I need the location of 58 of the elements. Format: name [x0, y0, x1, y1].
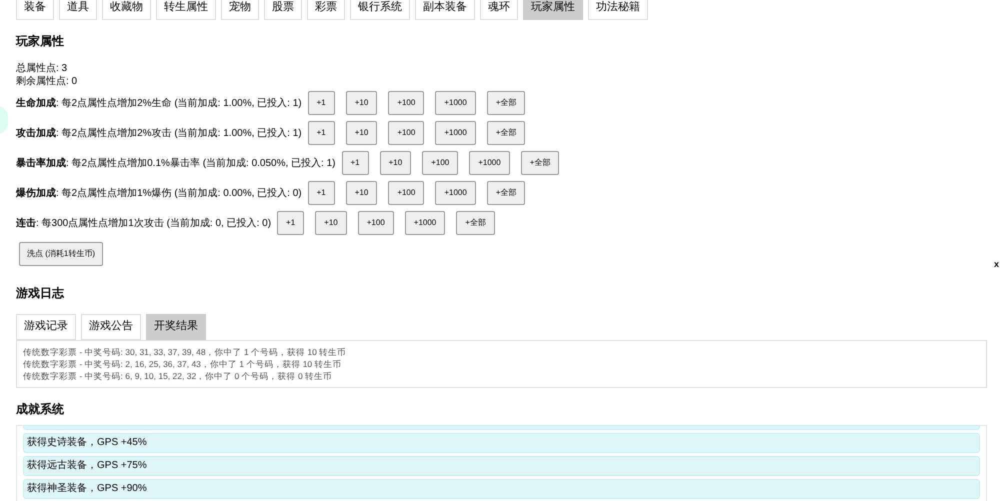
add-points-button[interactable]: +1 — [277, 211, 304, 235]
tab[interactable]: 功法秘籍 — [588, 0, 648, 20]
log-entry: 传统数字彩票 - 中奖号码: 30, 31, 33, 37, 39, 48，你中了 1 个号码，获得 10 转生币 — [23, 346, 348, 358]
add-points-button[interactable]: +1000 — [404, 211, 446, 235]
add-points-button[interactable]: +100 — [358, 211, 394, 235]
add-points-button[interactable]: +1000 — [435, 91, 476, 115]
achievement-item: 获得史诗装备，GPS +45% — [23, 432, 980, 452]
add-points-button[interactable]: +1 — [308, 121, 335, 145]
tab[interactable]: 转生属性 — [156, 0, 216, 20]
add-points-button[interactable]: +10 — [346, 91, 378, 115]
log-entry: 传统数字彩票 - 中奖号码: 6, 9, 10, 15, 22, 32，你中了 0 个号码，获得 0 转生币 — [23, 370, 334, 382]
achievement-item: 获得远古装备，GPS +75% — [23, 456, 980, 476]
section-title: 游戏日志 — [16, 284, 66, 302]
tab[interactable]: 道具 — [59, 0, 97, 20]
add-points-button[interactable]: +1000 — [469, 151, 510, 175]
add-points-button[interactable]: +全部 — [486, 121, 526, 145]
add-points-button[interactable]: +100 — [388, 91, 424, 115]
stat-description: 攻击加成: 每2点属性点增加2%攻击 (当前加成: 1.00%, 已投入: 1) — [16, 126, 302, 140]
add-points-button[interactable]: +1 — [308, 91, 335, 115]
section-title: 成就系统 — [16, 400, 65, 418]
tab[interactable]: 收藏物 — [102, 0, 151, 20]
close-mark[interactable]: x — [994, 258, 999, 272]
add-points-button[interactable]: +100 — [422, 151, 458, 175]
add-points-button[interactable]: +10 — [380, 151, 412, 175]
tab[interactable]: 魂环 — [480, 0, 518, 20]
tab[interactable]: 彩票 — [307, 0, 345, 20]
achievement-item: 获得神圣装备，GPS +90% — [23, 478, 980, 498]
tab[interactable]: 宠物 — [221, 0, 259, 20]
stat-description: 爆伤加成: 每2点属性点增加1%爆伤 (当前加成: 0.00%, 已投入: 0) — [16, 186, 302, 200]
section-title: 玩家属性 — [16, 33, 65, 50]
add-points-button[interactable]: +全部 — [456, 211, 495, 235]
stat-description: 暴击率加成: 每2点属性点增加0.1%暴击率 (当前加成: 0.050%, 已投入: 1) — [16, 156, 336, 170]
add-points-button[interactable]: +10 — [346, 121, 378, 145]
add-points-button[interactable]: +全部 — [520, 151, 560, 175]
add-points-button[interactable]: +100 — [388, 121, 424, 145]
tab[interactable]: 游戏公告 — [81, 314, 141, 340]
add-points-button[interactable]: +1 — [342, 151, 369, 175]
add-points-button[interactable]: +全部 — [486, 181, 526, 205]
tab[interactable]: 开奖结果 — [146, 314, 206, 340]
add-points-button[interactable]: +10 — [346, 181, 378, 205]
tab[interactable]: 玩家属性 — [523, 0, 583, 20]
add-points-button[interactable]: +1000 — [435, 181, 476, 205]
tab[interactable]: 股票 — [264, 0, 302, 20]
tab[interactable]: 装备 — [16, 0, 54, 20]
tab[interactable]: 银行系统 — [350, 0, 410, 20]
stat-description: 生命加成: 每2点属性点增加2%生命 (当前加成: 1.00%, 已投入: 1) — [16, 96, 302, 110]
add-points-button[interactable]: +100 — [388, 181, 424, 205]
add-points-button[interactable]: +1 — [308, 181, 335, 205]
remaining-points: 剩余属性点: 0 — [16, 75, 78, 88]
total-points: 总属性点: 3 — [16, 62, 68, 75]
reset-button[interactable]: 洗点 (消耗1转生币) — [19, 242, 103, 266]
tab[interactable]: 副本装备 — [415, 0, 475, 20]
add-points-button[interactable]: +1000 — [435, 121, 476, 145]
log-entry: 传统数字彩票 - 中奖号码: 2, 16, 25, 36, 37, 43，你中了 1 个号码，获得 10 转生币 — [23, 358, 343, 370]
stat-description: 连击: 每300点属性点增加1次攻击 (当前加成: 0, 已投入: 0) — [16, 216, 272, 230]
tab[interactable]: 游戏记录 — [16, 314, 76, 340]
add-points-button[interactable]: +10 — [315, 211, 347, 235]
add-points-button[interactable]: +全部 — [486, 91, 526, 115]
